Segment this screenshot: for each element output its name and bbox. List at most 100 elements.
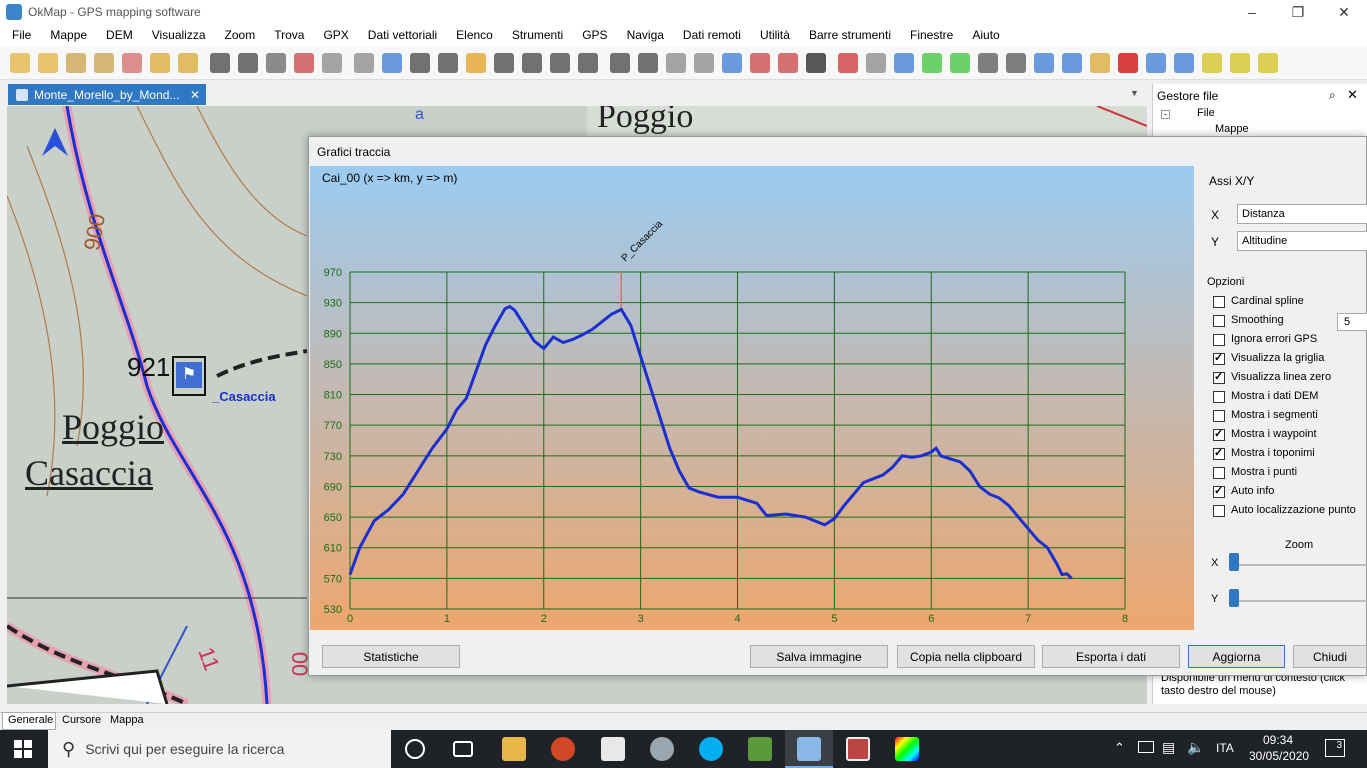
cortana-icon[interactable] [405,739,425,759]
menu-item[interactable]: Finestre [898,28,960,42]
zoom-fit-icon[interactable] [550,53,570,73]
restore-button[interactable]: ❐ [1275,0,1321,24]
edit-path-icon[interactable] [1090,53,1110,73]
menu-item[interactable]: Dati vettoriali [356,28,444,42]
save-gray-icon[interactable] [322,53,342,73]
option-checkbox[interactable] [1213,334,1225,346]
save-all-icon[interactable] [238,53,258,73]
flag-icon[interactable]: ⚑ [176,362,202,388]
node-icon[interactable] [1034,53,1054,73]
path-icon[interactable] [1062,53,1082,73]
edit-delete-icon[interactable] [778,53,798,73]
app-icon[interactable] [650,737,674,761]
zoom-out-icon[interactable] [522,53,542,73]
close-dialog-button[interactable]: Chiudi [1293,645,1367,668]
minimize-button[interactable]: – [1229,0,1275,24]
menu-item[interactable]: Elenco [444,28,500,42]
y-axis-select[interactable]: Altitudine [1237,231,1367,251]
menu-item[interactable]: Aiuto [960,28,1006,42]
option-checkbox[interactable] [1213,484,1225,498]
elevation-chart[interactable]: Cai_00 (x => km, y => m) 0 1 2 3 4 5 6 7 8 530 570… [310,166,1194,630]
option-checkbox[interactable] [1213,391,1225,403]
tab-cursor[interactable]: Cursore [62,714,101,726]
tab-general[interactable]: Generale [2,712,56,730]
x-axis-select[interactable]: Distanza [1237,204,1367,224]
target-icon[interactable] [950,53,970,73]
menu-item[interactable]: DEM [94,28,140,42]
option-checkbox[interactable] [1213,370,1225,384]
language-indicator[interactable]: ITA [1216,741,1234,755]
network-icon[interactable]: ▤ [1162,739,1175,756]
close-window-button[interactable]: ✕ [1321,0,1367,24]
zoom-y-slider[interactable] [1229,589,1239,607]
zoom-x-slider[interactable] [1229,553,1239,571]
lock-icon[interactable] [466,53,486,73]
move-icon[interactable] [922,53,942,73]
open-map-icon[interactable] [10,53,30,73]
grid-icon[interactable] [694,53,714,73]
folder-icon[interactable] [66,53,86,73]
powerpoint-icon[interactable] [551,737,575,761]
color-app-icon[interactable] [895,737,919,761]
tree-item-maps[interactable]: Mappe [1215,123,1249,135]
pin-icon[interactable]: ⌕ [1329,88,1336,103]
notification-icon[interactable]: 3 [1325,739,1345,757]
folder-delete-icon[interactable] [122,53,142,73]
update-button[interactable]: Aggiorna [1188,645,1285,668]
folder-star-icon[interactable] [150,53,170,73]
save-icon[interactable] [210,53,230,73]
option-checkbox[interactable] [1213,427,1225,441]
video-icon[interactable] [846,737,870,761]
folder-icon[interactable] [94,53,114,73]
option-checkbox[interactable] [1213,351,1225,365]
option-checkbox[interactable] [1213,315,1225,327]
volume-icon[interactable]: 🔈 [1187,739,1204,756]
option-checkbox[interactable] [1213,410,1225,422]
save-image-button[interactable]: Salva immagine [750,645,888,668]
menu-item[interactable]: Barre strumenti [797,28,898,42]
erase-icon[interactable] [894,53,914,73]
tray-chevron-icon[interactable]: ⌃ [1114,740,1125,756]
tab-map[interactable]: Mappa [110,714,144,726]
menu-item[interactable]: Strumenti [500,28,570,42]
save-gray-icon[interactable] [354,53,374,73]
menu-item[interactable]: Trova [262,28,311,42]
menu-item[interactable]: Zoom [213,28,263,42]
measure-icon[interactable] [1258,53,1278,73]
save-grid-icon[interactable] [266,53,286,73]
select-icon[interactable] [866,53,886,73]
menu-item[interactable]: GPX [311,28,355,42]
add-marker-icon[interactable] [838,53,858,73]
skype-icon[interactable] [699,737,723,761]
option-checkbox[interactable] [1213,446,1225,460]
file-explorer-icon[interactable] [502,737,526,761]
battery-icon[interactable] [1138,741,1154,753]
export-data-button[interactable]: Esporta i dati [1042,645,1180,668]
menu-item[interactable]: Mappe [38,28,94,42]
taskbar-search[interactable]: ⚲ Scrivi qui per eseguire la ricerca [48,730,391,768]
zoom-one-icon[interactable] [610,53,630,73]
ruler-icon[interactable] [1230,53,1250,73]
menu-item[interactable]: GPS [570,28,614,42]
clock-time[interactable]: 09:34 [1263,733,1293,747]
pointer-icon[interactable] [806,53,826,73]
pin-icon[interactable] [294,53,314,73]
close-tab-icon[interactable]: ✕ [190,88,200,102]
grid-icon[interactable] [666,53,686,73]
zoom-select-icon[interactable] [578,53,598,73]
close-panel-icon[interactable]: ✕ [1347,87,1358,103]
tab-list-icon[interactable]: ▼ [1130,88,1139,98]
triangle-icon[interactable] [1174,53,1194,73]
menu-item[interactable]: File [0,28,38,42]
task-view-icon[interactable] [453,741,473,757]
open-file-icon[interactable] [38,53,58,73]
zoom-in-icon[interactable] [494,53,514,73]
folder-alt-icon[interactable] [178,53,198,73]
menu-item[interactable]: Visualizza [140,28,213,42]
windows-start-icon[interactable] [14,740,32,758]
edit-x-icon[interactable] [750,53,770,73]
dotted-icon[interactable] [1006,53,1026,73]
tack-icon[interactable] [1202,53,1222,73]
edit-icon[interactable] [638,53,658,73]
copy-clipboard-button[interactable]: Copia nella clipboard [897,645,1035,668]
